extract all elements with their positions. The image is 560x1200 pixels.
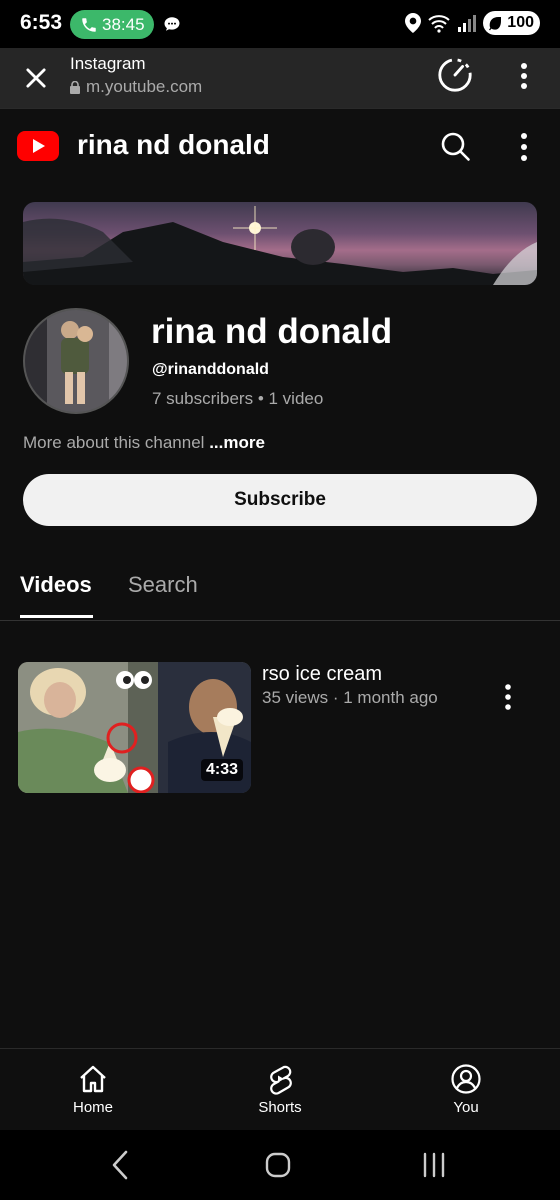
account-icon (451, 1064, 481, 1094)
avatar-image (25, 310, 127, 412)
battery-indicator: 100 (483, 11, 540, 35)
browser-title: Instagram (70, 54, 146, 73)
status-bar: 6:53 38:45 100 (0, 0, 560, 48)
battery-saver-icon (489, 17, 502, 31)
channel-banner (23, 202, 537, 285)
more-link[interactable]: ...more (209, 433, 265, 452)
nav-shorts[interactable]: Shorts (220, 1063, 340, 1116)
call-timer: 38:45 (102, 14, 145, 34)
active-tab-indicator (20, 615, 93, 618)
home-icon (80, 1065, 106, 1093)
channel-name: rina nd donald (151, 312, 393, 351)
youtube-logo-icon[interactable] (17, 131, 59, 161)
shorts-icon (270, 1065, 292, 1095)
wifi-icon (428, 15, 450, 33)
recent-apps-icon[interactable] (420, 1152, 448, 1178)
search-icon[interactable] (438, 129, 472, 163)
browser-more-icon[interactable] (514, 60, 534, 92)
tab-search[interactable]: Search (128, 572, 198, 598)
status-time: 6:53 (20, 11, 63, 34)
nav-home[interactable]: Home (33, 1063, 153, 1116)
in-app-browser-bar: Instagram m.youtube.com (0, 48, 560, 108)
phone-icon (82, 17, 96, 32)
video-meta: 35 views · 1 month ago (262, 688, 438, 707)
location-icon (405, 13, 422, 33)
chat-bubble-icon (163, 15, 181, 38)
video-more-icon[interactable] (498, 682, 518, 712)
browser-url: m.youtube.com (70, 77, 202, 97)
channel-tabs: Videos Search (0, 560, 560, 621)
header-channel-title: rina nd donald (77, 129, 270, 160)
tab-videos[interactable]: Videos (20, 572, 92, 598)
home-button-icon[interactable] (264, 1151, 292, 1179)
battery-level: 100 (507, 14, 534, 31)
channel-handle: @rinanddonald (152, 361, 269, 378)
nav-you[interactable]: You (406, 1063, 526, 1116)
system-navigation-bar (0, 1130, 560, 1200)
call-timer-pill[interactable]: 38:45 (70, 10, 154, 39)
channel-avatar[interactable] (23, 308, 129, 414)
video-title[interactable]: rso ice cream (262, 663, 382, 686)
channel-about-link[interactable]: More about this channel ...more (23, 433, 265, 453)
video-thumbnail[interactable]: 4:33 (18, 662, 251, 793)
nav-home-label: Home (72, 1099, 113, 1116)
more-options-icon[interactable] (512, 129, 536, 165)
close-icon[interactable] (22, 64, 50, 92)
about-text: More about this channel (23, 433, 205, 452)
channel-stats: 7 subscribers • 1 video (152, 389, 324, 408)
lock-icon (70, 80, 80, 94)
subscribe-button[interactable]: Subscribe (23, 474, 537, 526)
banner-image (23, 206, 537, 285)
video-duration: 4:33 (200, 759, 243, 781)
nav-shorts-label: Shorts (258, 1099, 302, 1116)
back-icon[interactable] (108, 1148, 132, 1182)
bottom-navigation: Home Shorts You (0, 1048, 560, 1130)
speed-dial-icon[interactable] (436, 56, 474, 94)
nav-you-label: You (453, 1099, 479, 1116)
signal-icon (458, 15, 477, 32)
youtube-header: rina nd donald (0, 108, 560, 184)
browser-url-text: m.youtube.com (86, 77, 203, 96)
status-icons: 100 (405, 11, 540, 35)
